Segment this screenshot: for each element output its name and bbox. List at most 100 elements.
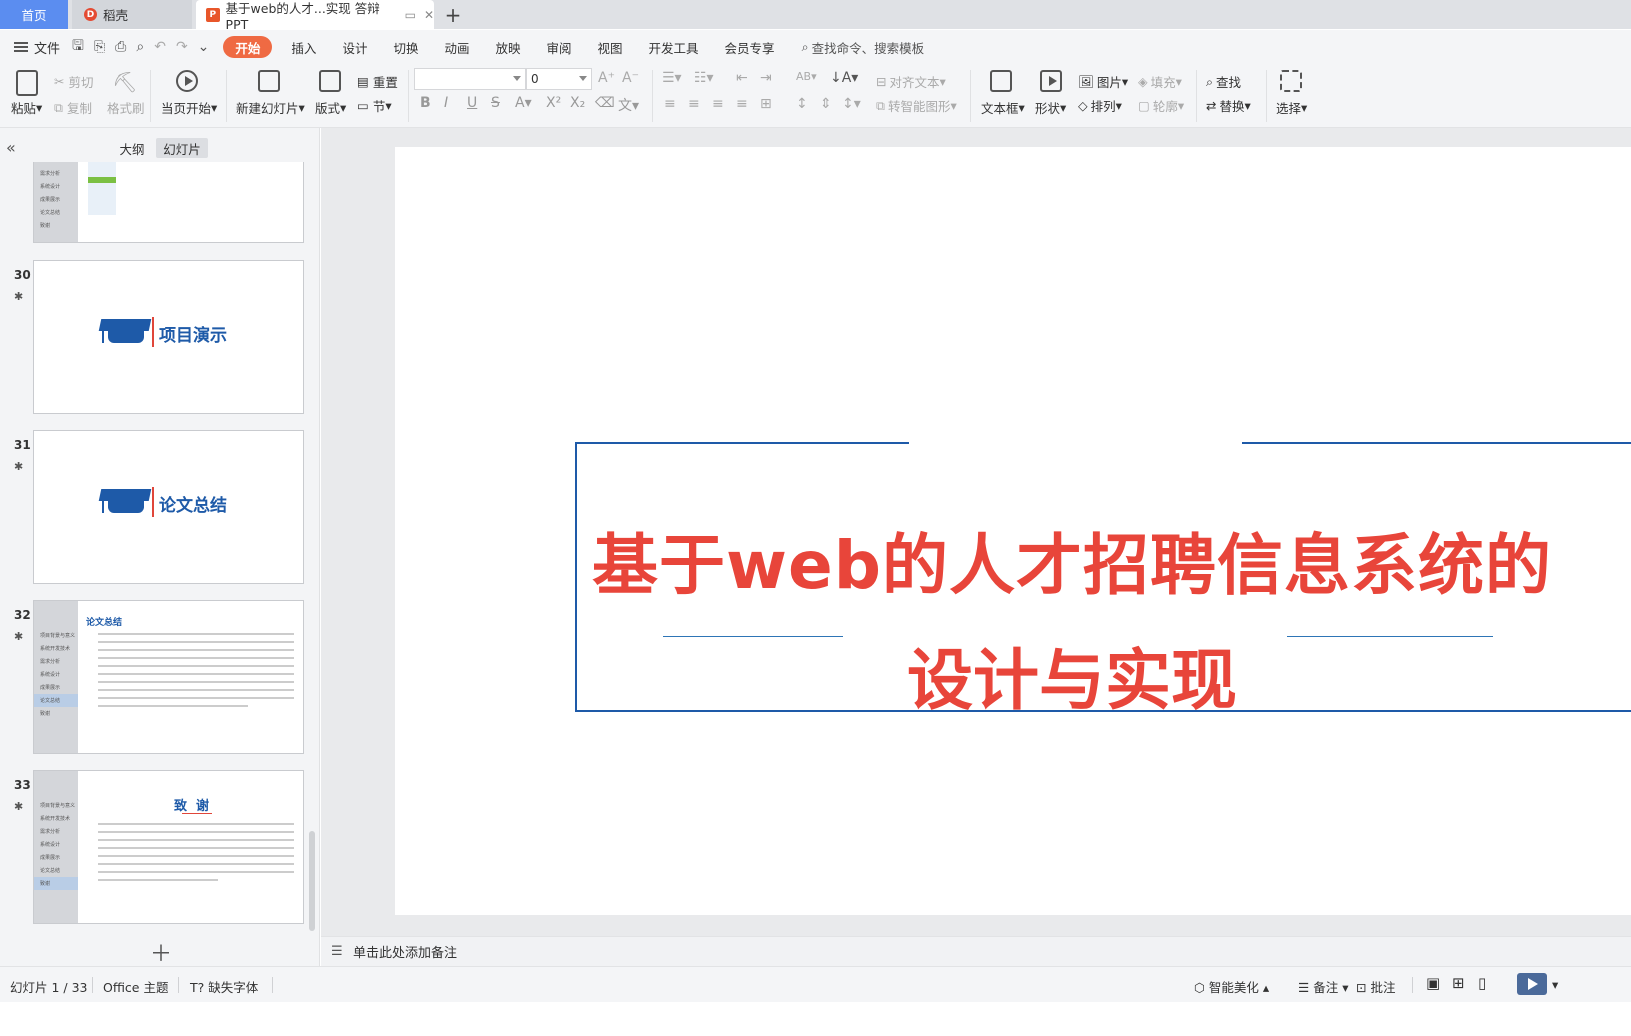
slide-thumbnail-29[interactable]: 需求分析 系统设计 成果展示 论文总结 致谢 bbox=[33, 162, 304, 243]
spacing-dropdown-icon[interactable]: ↕▾ bbox=[842, 96, 861, 112]
beautify-button[interactable]: ⬡ 智能美化 ▴ bbox=[1194, 977, 1269, 996]
font-size-select[interactable]: 0 bbox=[526, 68, 592, 90]
preview-icon[interactable]: ⌕ bbox=[136, 39, 144, 55]
menu-tab-insert[interactable]: 插入 bbox=[278, 36, 329, 58]
justify-icon[interactable]: ≡ bbox=[736, 96, 748, 112]
separator bbox=[970, 70, 971, 122]
text-direction-icon[interactable]: AB▾ bbox=[796, 70, 817, 83]
tab-daoke[interactable]: D 稻壳 bbox=[72, 0, 192, 29]
line-spacing-icon[interactable]: ↕ bbox=[796, 96, 808, 112]
monitor-icon[interactable]: ▭ bbox=[405, 8, 416, 22]
tab-home[interactable]: 首页 bbox=[0, 0, 68, 29]
bullet-list-icon[interactable]: ☰▾ bbox=[662, 70, 682, 86]
from-current-button[interactable]: 当页开始 ▾ bbox=[161, 98, 217, 117]
picture-button[interactable]: 🖼 图片 ▾ bbox=[1078, 72, 1128, 91]
cut-button[interactable]: ✂ 剪切 bbox=[54, 72, 94, 91]
shape-button[interactable]: 形状 ▾ bbox=[1035, 98, 1066, 117]
comments-button[interactable]: ⊡ 批注 bbox=[1356, 977, 1395, 996]
panel-scrollbar[interactable] bbox=[309, 831, 315, 931]
smart-art-button[interactable]: ⧉ 转智能图形 ▾ bbox=[876, 96, 957, 115]
underline-icon[interactable]: U bbox=[467, 95, 477, 111]
strikethrough-icon[interactable]: S bbox=[491, 95, 500, 111]
section-button[interactable]: ▭ 节 ▾ bbox=[357, 96, 392, 115]
slide-thumbnail-31[interactable]: 论文总结 bbox=[33, 430, 304, 584]
play-dropdown-icon[interactable]: ▾ bbox=[1552, 977, 1558, 992]
play-slideshow-button[interactable] bbox=[1517, 973, 1547, 995]
save-icon[interactable]: 🖫 bbox=[72, 35, 84, 59]
italic-icon[interactable]: I bbox=[444, 95, 448, 111]
slide-title-line2[interactable]: 设计与实现 bbox=[577, 627, 1567, 723]
slide-sorter-icon[interactable]: ⊞ bbox=[1452, 974, 1465, 992]
align-text-button[interactable]: ⊟ 对齐文本 ▾ bbox=[876, 72, 946, 91]
paste-icon[interactable] bbox=[16, 70, 38, 96]
bold-icon[interactable]: B bbox=[420, 95, 431, 111]
layout-button[interactable]: 版式 ▾ bbox=[315, 98, 346, 117]
increase-indent-icon[interactable]: ⇥ bbox=[760, 70, 772, 86]
font-name-select[interactable] bbox=[414, 68, 526, 90]
paste-button[interactable]: 粘贴 ▾ bbox=[11, 98, 42, 117]
separator bbox=[226, 70, 227, 122]
copy-button[interactable]: ⧉ 复制 bbox=[54, 98, 92, 117]
export-icon[interactable]: ⎘ bbox=[94, 39, 105, 55]
find-button[interactable]: ⌕ 查找 bbox=[1206, 72, 1241, 91]
increase-font-icon[interactable]: A⁺ bbox=[598, 70, 615, 86]
current-slide[interactable]: 基于web的人才招聘信息系统的 设计与实现 bbox=[395, 147, 1631, 915]
char-spacing-icon[interactable]: 文▾ bbox=[618, 95, 639, 115]
print-icon[interactable]: ⎙ bbox=[115, 39, 126, 55]
menu-tab-member[interactable]: 会员专享 bbox=[712, 36, 788, 58]
outline-button[interactable]: ▢ 轮廓 ▾ bbox=[1138, 96, 1184, 115]
fill-button[interactable]: ◈ 填充 ▾ bbox=[1138, 72, 1182, 91]
collapse-panel-icon[interactable]: « bbox=[6, 138, 16, 157]
numbered-list-icon[interactable]: ☷▾ bbox=[694, 70, 714, 86]
slide-thumbnail-33[interactable]: 项目背景与意义 系统开发技术 需求分析 系统设计 成果展示 论文总结 致谢 致 … bbox=[33, 770, 304, 924]
text-line bbox=[98, 823, 294, 825]
align-left-icon[interactable]: ≡ bbox=[664, 96, 676, 112]
superscript-icon[interactable]: X² bbox=[546, 95, 561, 111]
reading-view-icon[interactable]: ▯ bbox=[1478, 974, 1486, 992]
textbox-button[interactable]: 文本框 ▾ bbox=[981, 98, 1025, 117]
clear-format-icon[interactable]: ⌫ bbox=[595, 95, 615, 111]
add-slide-icon[interactable]: ＋ bbox=[150, 936, 172, 968]
menu-tab-animation[interactable]: 动画 bbox=[431, 36, 482, 58]
new-slide-button[interactable]: 新建幻灯片 ▾ bbox=[236, 98, 305, 117]
replace-button[interactable]: ⇄ 替换 ▾ bbox=[1206, 96, 1251, 115]
notes-toggle-button[interactable]: ☰ 备注 ▾ bbox=[1298, 977, 1348, 996]
format-painter-button[interactable]: 格式刷 bbox=[107, 98, 145, 117]
menu-tab-slideshow[interactable]: 放映 bbox=[482, 36, 533, 58]
subscript-icon[interactable]: X₂ bbox=[570, 95, 585, 111]
new-tab-button[interactable]: + bbox=[440, 0, 466, 29]
select-button[interactable]: 选择 ▾ bbox=[1276, 98, 1307, 117]
para-spacing-icon[interactable]: ⇕ bbox=[820, 96, 832, 112]
menu-tab-developer[interactable]: 开发工具 bbox=[636, 36, 712, 58]
slide-thumbnail-32[interactable]: 项目背景与意义 系统开发技术 需求分析 系统设计 成果展示 论文总结 致谢 论文… bbox=[33, 600, 304, 754]
customize-icon[interactable]: ⌄ bbox=[198, 39, 210, 55]
missing-font-button[interactable]: T? 缺失字体 bbox=[190, 977, 258, 996]
align-center-icon[interactable]: ≡ bbox=[688, 96, 700, 112]
tab-outline[interactable]: 大纲 bbox=[110, 138, 154, 158]
undo-icon[interactable]: ↶ bbox=[154, 39, 166, 55]
decrease-font-icon[interactable]: A⁻ bbox=[622, 70, 639, 86]
font-color-icon[interactable]: A▾ bbox=[515, 95, 532, 111]
theme-name[interactable]: Office 主题 bbox=[103, 977, 168, 996]
tab-slides[interactable]: 幻灯片 bbox=[156, 138, 208, 158]
close-icon[interactable]: ✕ bbox=[424, 8, 434, 22]
file-menu[interactable]: 文件 bbox=[14, 38, 60, 57]
distribute-icon[interactable]: ⊞ bbox=[760, 96, 772, 112]
tab-document[interactable]: P 基于web的人才...实现 答辩PPT ▭ ✕ bbox=[196, 0, 434, 32]
notes-pane[interactable]: ☰ 单击此处添加备注 bbox=[321, 936, 1631, 966]
slide-thumbnail-30[interactable]: 项目演示 bbox=[33, 260, 304, 414]
slide-title-line1[interactable]: 基于web的人才招聘信息系统的 bbox=[577, 512, 1567, 608]
decrease-indent-icon[interactable]: ⇤ bbox=[736, 70, 748, 86]
menu-tab-transition[interactable]: 切换 bbox=[380, 36, 431, 58]
command-search[interactable]: ⌕ 查找命令、搜索模板 bbox=[802, 38, 925, 57]
normal-view-icon[interactable]: ▣ bbox=[1426, 974, 1440, 992]
redo-icon[interactable]: ↷ bbox=[176, 39, 188, 55]
menu-tab-design[interactable]: 设计 bbox=[329, 36, 380, 58]
menu-tab-home[interactable]: 开始 bbox=[223, 36, 273, 58]
menu-tab-view[interactable]: 视图 bbox=[585, 36, 636, 58]
reset-button[interactable]: ▤ 重置 bbox=[357, 72, 398, 91]
arrange-button[interactable]: ◇ 排列 ▾ bbox=[1078, 96, 1122, 115]
menu-tab-review[interactable]: 审阅 bbox=[534, 36, 585, 58]
sort-icon[interactable]: ↓A▾ bbox=[830, 70, 858, 86]
align-right-icon[interactable]: ≡ bbox=[712, 96, 724, 112]
